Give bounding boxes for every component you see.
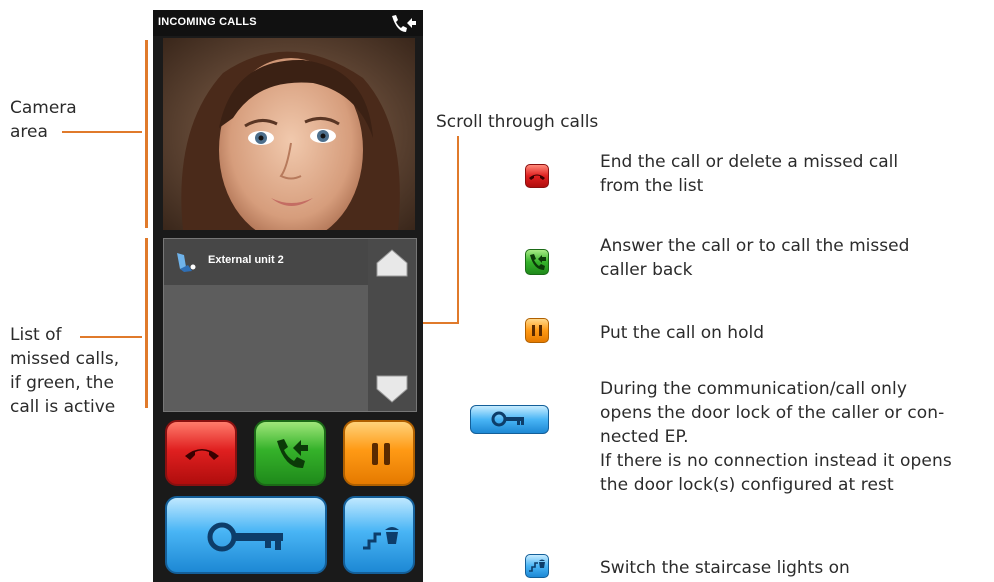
legend-door-lock-line5: the door lock(s) configured at rest: [600, 475, 894, 495]
phone-incoming-icon: [392, 15, 416, 32]
legend-door-lock-line3: nected EP.: [600, 427, 689, 447]
legend-end-call-line1: End the call or delete a missed call: [600, 152, 899, 172]
status-bar: INCOMING CALLS: [153, 10, 423, 36]
camera-area: [163, 38, 415, 230]
missed-calls-label-line1: List of: [10, 325, 62, 345]
legend-door-lock-icon: [470, 405, 549, 434]
staircase-light-button[interactable]: [343, 496, 415, 574]
legend-hold-line1: Put the call on hold: [600, 323, 764, 343]
legend-answer-icon: [525, 249, 549, 275]
door-lock-button[interactable]: [165, 496, 327, 574]
legend-end-call-line2: from the list: [600, 176, 704, 196]
missed-calls-connector: [80, 336, 142, 338]
legend-answer-line2: caller back: [600, 260, 693, 280]
status-title: INCOMING CALLS: [158, 16, 257, 28]
arrow-up-icon[interactable]: [376, 249, 408, 277]
legend-hold-text: Put the call on hold: [600, 321, 764, 345]
hold-call-button[interactable]: [343, 420, 415, 486]
scroll-connector-vertical: [457, 136, 459, 324]
staircase-light-icon: [363, 527, 399, 550]
list-item[interactable]: External unit 2: [164, 239, 368, 285]
end-call-button[interactable]: [165, 420, 237, 486]
end-call-icon: [185, 449, 219, 460]
camera-feed-image: [163, 38, 415, 230]
external-unit-icon: [177, 253, 196, 272]
intercom-device: INCOMING CALLS External unit 2: [153, 10, 423, 582]
legend-door-lock-line2: opens the door lock of the caller or con…: [600, 403, 945, 423]
scroll-connector-horizontal: [418, 322, 459, 324]
missed-calls-list: External unit 2: [163, 238, 417, 412]
legend-staircase-line1: Switch the staircase lights on: [600, 558, 850, 578]
scroll-annotation: Scroll through calls: [436, 112, 599, 132]
arrow-down-icon[interactable]: [376, 375, 408, 403]
missed-calls-label-line2: missed calls,: [10, 349, 120, 369]
list-item-label: External unit 2: [208, 254, 284, 266]
camera-area-annotation: Camera area: [10, 96, 77, 144]
answer-call-icon: [277, 439, 308, 469]
key-icon: [207, 522, 283, 552]
legend-answer-line1: Answer the call or to call the missed: [600, 236, 910, 256]
camera-area-bracket: [145, 40, 148, 228]
camera-area-connector: [62, 131, 142, 133]
legend-end-call-text: End the call or delete a missed call fro…: [600, 150, 898, 198]
legend-end-call-icon: [525, 164, 549, 188]
missed-calls-label-line3: if green, the: [10, 373, 114, 393]
answer-call-button[interactable]: [254, 420, 326, 486]
scroll-track: [368, 239, 416, 411]
legend-staircase-text: Switch the staircase lights on: [600, 556, 850, 580]
legend-door-lock-line1: During the communication/call only: [600, 379, 908, 399]
legend-staircase-icon: [525, 554, 549, 578]
legend-door-lock-text: During the communication/call only opens…: [600, 377, 990, 497]
missed-calls-label-line4: call is active: [10, 397, 116, 417]
legend-hold-icon: [525, 318, 549, 343]
camera-area-label-line1: Camera: [10, 98, 77, 118]
missed-calls-bracket: [145, 238, 148, 408]
legend-door-lock-line4: If there is no connection instead it ope…: [600, 451, 952, 471]
legend-answer-text: Answer the call or to call the missed ca…: [600, 234, 909, 282]
pause-icon: [372, 443, 390, 465]
